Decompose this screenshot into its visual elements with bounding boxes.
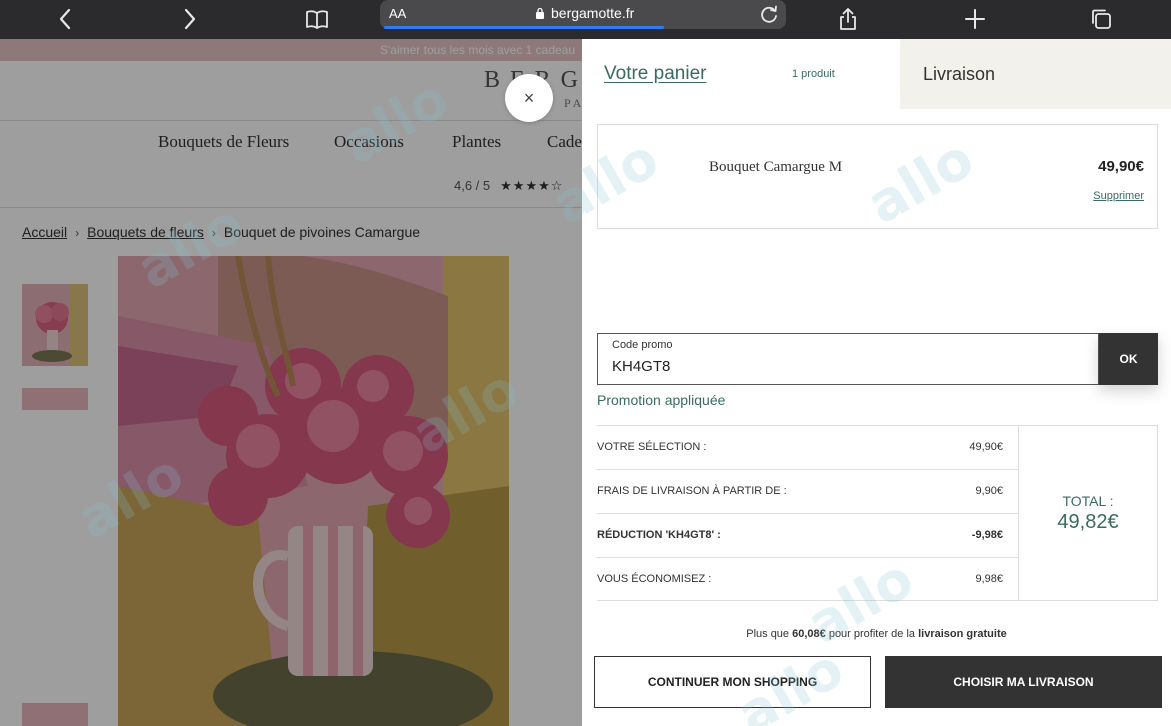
promo-code-label: Code promo bbox=[612, 339, 673, 351]
browser-toolbar: AA bergamotte.fr bbox=[0, 0, 1171, 39]
promo-code-field[interactable]: Code promo bbox=[597, 333, 1099, 385]
free-note-emphasis: livraison gratuite bbox=[918, 628, 1007, 640]
choose-delivery-button[interactable]: CHOISIR MA LIVRAISON bbox=[885, 656, 1162, 708]
reader-options-label[interactable]: AA bbox=[389, 6, 406, 21]
url-domain: bergamotte.fr bbox=[551, 5, 635, 21]
summary-row-discount: RÉDUCTION 'KH4GT8' : -9,98€ bbox=[597, 513, 1018, 557]
summary-label: VOUS ÉCONOMISEZ : bbox=[597, 573, 712, 585]
free-note-prefix: Plus que bbox=[746, 628, 793, 640]
summary-value: 49,90€ bbox=[969, 441, 1003, 453]
promo-code-input[interactable] bbox=[612, 355, 1082, 377]
cart-panel: Votre panier 1 produit Livraison Bouquet… bbox=[582, 39, 1171, 726]
reload-icon[interactable] bbox=[758, 3, 780, 25]
page-load-progress bbox=[384, 26, 664, 29]
total-box: TOTAL : 49,82€ bbox=[1018, 425, 1158, 601]
continue-shopping-button[interactable]: CONTINUER MON SHOPPING bbox=[594, 656, 871, 708]
forward-icon[interactable] bbox=[175, 4, 205, 34]
summary-label: RÉDUCTION 'KH4GT8' : bbox=[597, 529, 721, 541]
share-icon[interactable] bbox=[833, 4, 863, 34]
modal-backdrop[interactable] bbox=[0, 39, 582, 726]
close-cart-button[interactable]: × bbox=[505, 74, 553, 122]
tabs-overview-icon[interactable] bbox=[1086, 4, 1116, 34]
summary-label: FRAIS DE LIVRAISON À PARTIR DE : bbox=[597, 485, 787, 497]
cart-item-count: 1 produit bbox=[792, 68, 835, 80]
cart-item-price: 49,90€ bbox=[1098, 158, 1144, 175]
summary-label: VOTRE SÉLECTION : bbox=[597, 441, 707, 453]
summary-row: FRAIS DE LIVRAISON À PARTIR DE : 9,90€ bbox=[597, 469, 1018, 513]
summary-value: -9,98€ bbox=[971, 529, 1003, 541]
bookmarks-icon[interactable] bbox=[302, 4, 332, 34]
summary-row: VOTRE SÉLECTION : 49,90€ bbox=[597, 425, 1018, 469]
promo-applied-message: Promotion appliquée bbox=[597, 392, 726, 408]
cart-item: Bouquet Camargue M 49,90€ Supprimer bbox=[597, 124, 1158, 229]
apply-promo-button[interactable]: OK bbox=[1099, 333, 1158, 385]
remove-item-link[interactable]: Supprimer bbox=[1093, 190, 1144, 202]
delivery-tab-label: Livraison bbox=[923, 64, 996, 84]
divider bbox=[597, 600, 1018, 601]
address-bar[interactable]: AA bergamotte.fr bbox=[380, 0, 786, 29]
back-icon[interactable] bbox=[50, 4, 80, 34]
free-delivery-note: Plus que 60,08€ pour profiter de la livr… bbox=[582, 628, 1171, 640]
total-value: 49,82€ bbox=[1057, 511, 1119, 533]
free-note-amount: 60,08€ bbox=[792, 628, 826, 640]
lock-icon bbox=[536, 7, 544, 19]
cart-title[interactable]: Votre panier bbox=[604, 63, 706, 85]
close-icon: × bbox=[523, 87, 535, 108]
total-label: TOTAL : bbox=[1062, 493, 1114, 509]
summary-value: 9,90€ bbox=[975, 485, 1003, 497]
free-note-middle: pour profiter de la bbox=[825, 628, 919, 640]
cart-item-name: Bouquet Camargue M bbox=[709, 159, 843, 175]
summary-value: 9,98€ bbox=[975, 573, 1003, 585]
order-summary: VOTRE SÉLECTION : 49,90€ FRAIS DE LIVRAI… bbox=[597, 425, 1018, 601]
summary-row: VOUS ÉCONOMISEZ : 9,98€ bbox=[597, 557, 1018, 601]
tab-delivery[interactable]: Livraison bbox=[900, 39, 1171, 109]
new-tab-icon[interactable] bbox=[960, 4, 990, 34]
tab-cart[interactable]: Votre panier 1 produit bbox=[582, 39, 900, 109]
